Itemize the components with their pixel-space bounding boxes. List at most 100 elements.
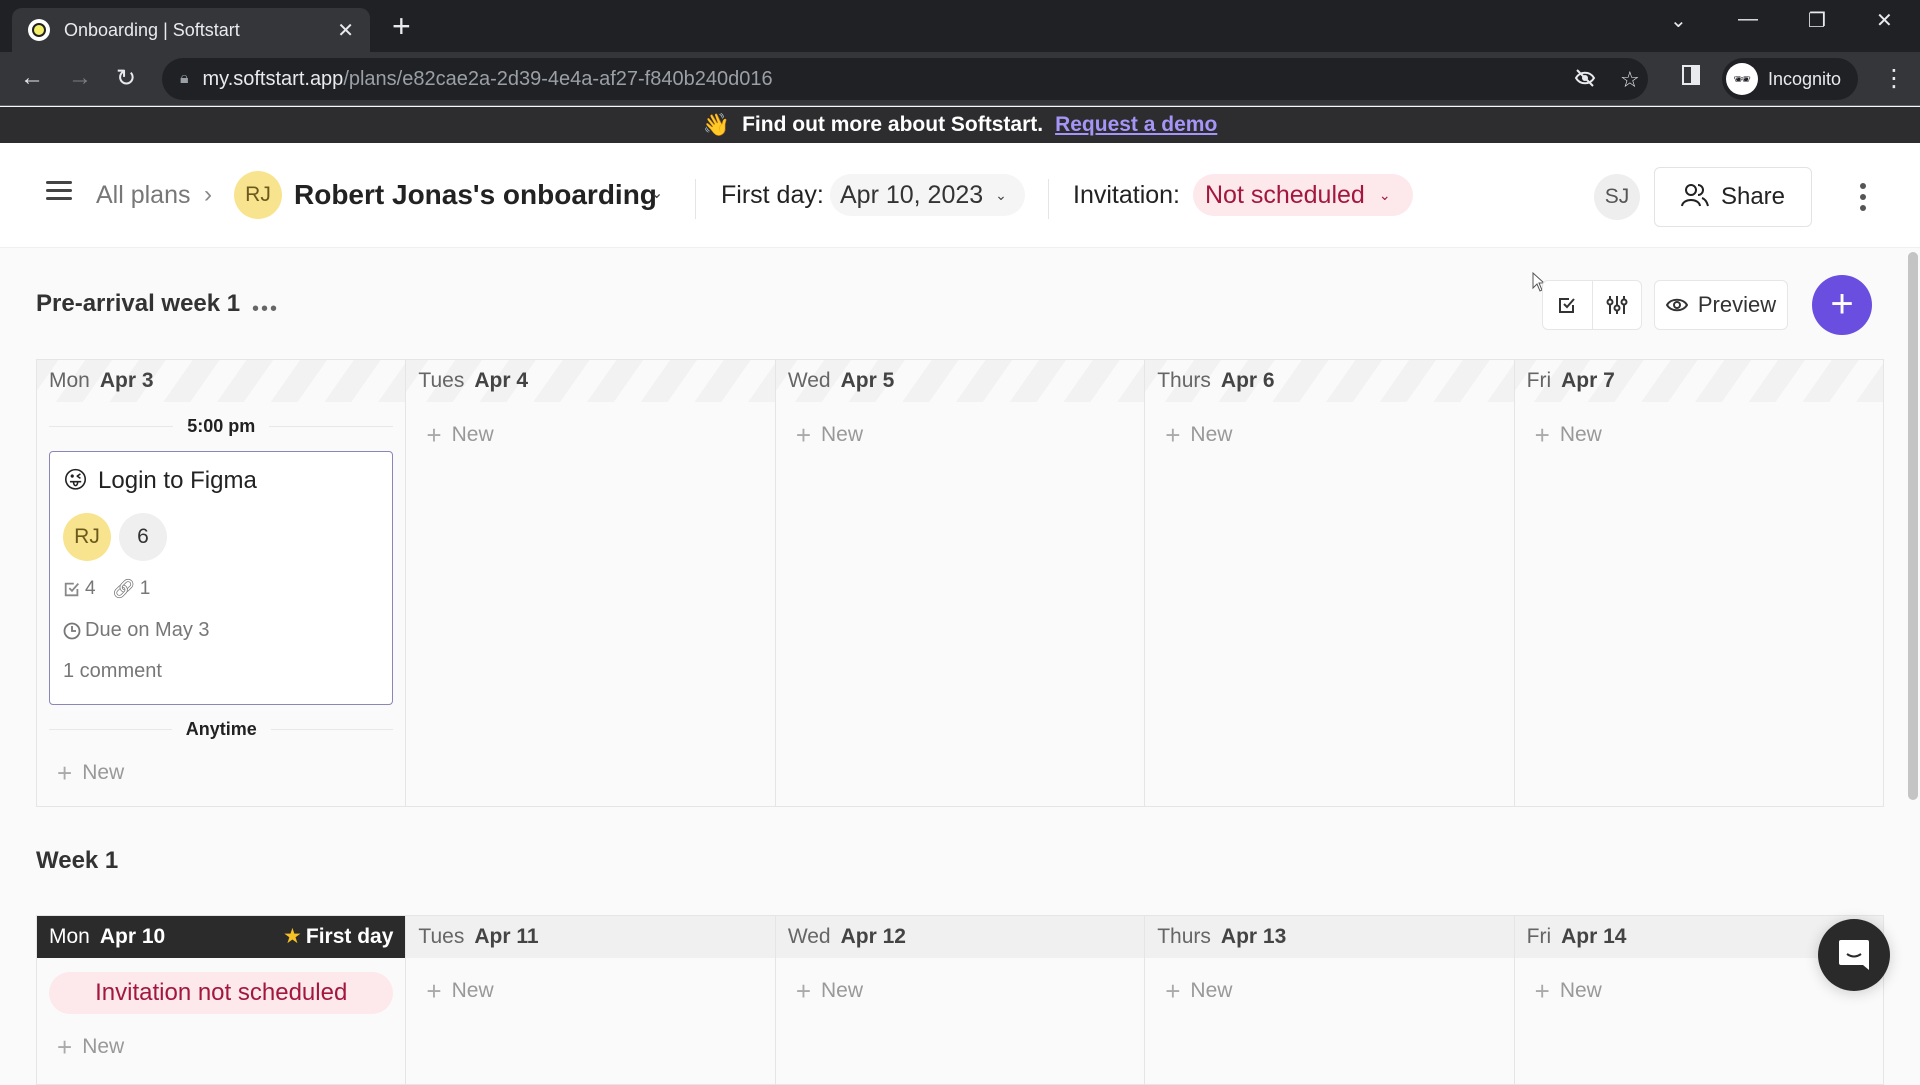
day-date: Apr 11 [474, 925, 539, 948]
plus-icon: + [1534, 975, 1550, 1006]
new-label: New [451, 423, 494, 446]
task-card[interactable]: 😜 Login to Figma RJ 6 4 🔗︎ 1 Due on May … [49, 451, 394, 705]
new-task-button[interactable]: + New [37, 758, 405, 788]
new-task-button[interactable]: + New [1515, 420, 1883, 450]
plus-icon: + [1165, 975, 1181, 1006]
add-button[interactable]: + [1812, 275, 1872, 335]
checkbox-icon [64, 582, 79, 597]
bookmark-star-icon[interactable]: ☆ [1620, 67, 1640, 93]
links-count-value: 1 [139, 578, 151, 599]
more-options-icon[interactable] [1860, 183, 1870, 216]
new-task-button[interactable]: + New [776, 976, 1144, 1006]
url-host: my.softstart.app [202, 67, 344, 90]
vertical-scrollbar[interactable] [1908, 252, 1918, 800]
day-header: Thurs Apr 13 [1145, 916, 1514, 958]
user-avatar[interactable]: SJ [1594, 174, 1640, 220]
task-due-date: Due on May 3 [63, 619, 379, 642]
plus-icon: + [426, 419, 442, 450]
first-day-picker[interactable]: Apr 10, 2023 ⌄ [830, 174, 1025, 216]
new-label: New [82, 761, 125, 784]
minimize-button[interactable]: — [1738, 8, 1758, 31]
new-task-button[interactable]: + New [776, 420, 1144, 450]
browser-menu-icon[interactable]: ⋮ [1882, 64, 1906, 93]
day-header: Tues Apr 11 [406, 916, 775, 958]
first-day-badge: ★ First day [283, 924, 393, 949]
invitation-status-dropdown[interactable]: Not scheduled ⌄ [1193, 174, 1413, 216]
banner-text: Find out more about Softstart. [742, 113, 1044, 136]
day-date: Apr 6 [1220, 369, 1275, 392]
close-tab-icon[interactable]: ✕ [337, 18, 354, 43]
links-count: 🔗︎ 1 [112, 577, 151, 601]
plus-icon: + [57, 757, 73, 788]
new-task-button[interactable]: + New [37, 1032, 405, 1062]
first-day-label: First day: [721, 181, 824, 209]
new-task-button[interactable]: + New [406, 976, 774, 1006]
chat-support-button[interactable] [1818, 919, 1890, 991]
plus-icon: + [1165, 419, 1181, 450]
invitation-not-scheduled-chip[interactable]: Invitation not scheduled [49, 972, 394, 1014]
chevron-down-icon[interactable]: ⌄ [650, 183, 663, 203]
restore-button[interactable]: ❐ [1808, 8, 1826, 33]
chat-icon [1839, 940, 1869, 970]
softstart-favicon-icon [28, 19, 50, 41]
menu-icon[interactable] [46, 181, 72, 203]
time-slot-label: 5:00 pm [187, 416, 256, 436]
checkbox-icon [1559, 298, 1576, 313]
back-button[interactable]: ← [20, 64, 44, 92]
reload-button[interactable]: ↻ [116, 64, 136, 93]
anytime-label: Anytime [185, 719, 257, 739]
new-task-button[interactable]: + New [1145, 976, 1513, 1006]
task-comments[interactable]: 1 comment [63, 660, 379, 683]
day-name: Fri [1526, 369, 1552, 392]
checklist-count: 4 [63, 578, 96, 600]
checklist-view-button[interactable] [1543, 281, 1593, 329]
day-column: Fri Apr 7 + New [1514, 360, 1884, 806]
browser-tab[interactable]: Onboarding | Softstart ✕ [12, 8, 370, 52]
day-column: Wed Apr 5 + New [775, 360, 1146, 806]
share-label: Share [1720, 183, 1786, 210]
day-name: Tues [418, 369, 465, 392]
day-name: Thurs [1157, 369, 1211, 392]
promo-banner: 👋 Find out more about Softstart. Request… [0, 107, 1920, 143]
incognito-label: Incognito [1768, 68, 1842, 89]
close-window-button[interactable]: ✕ [1876, 8, 1893, 33]
plus-icon: + [795, 419, 811, 450]
share-button[interactable]: Share [1654, 167, 1812, 227]
due-text: Due on May 3 [85, 619, 210, 641]
plan-title[interactable]: Robert Jonas's onboarding [294, 179, 657, 211]
incognito-profile-button[interactable]: 🕶︎ Incognito [1722, 58, 1858, 100]
plus-icon: + [1534, 419, 1550, 450]
extra-assignees-count: 6 [119, 513, 167, 561]
plus-icon: + [57, 1031, 73, 1062]
sliders-icon [1606, 296, 1628, 314]
forward-button[interactable]: → [68, 64, 92, 92]
day-header: Fri Apr 7 [1514, 360, 1884, 402]
section-more-icon[interactable]: ••• [252, 298, 279, 321]
day-date: Apr 3 [99, 369, 154, 392]
tracking-protection-eye-off-icon[interactable] [1574, 67, 1596, 95]
preview-button[interactable]: Preview [1654, 280, 1788, 330]
tab-title: Onboarding | Softstart [64, 19, 240, 40]
lock-icon: 🔒︎ [180, 70, 189, 87]
filters-button[interactable] [1593, 281, 1642, 329]
new-task-button[interactable]: + New [1145, 420, 1513, 450]
day-name: Tues [418, 925, 465, 948]
side-panel-icon[interactable] [1680, 64, 1702, 93]
plus-icon: + [795, 975, 811, 1006]
day-name: Wed [787, 369, 831, 392]
task-title: Login to Figma [98, 466, 257, 494]
day-column: Wed Apr 12 + New [775, 916, 1146, 1084]
tab-search-chevron-icon[interactable]: ⌄ [1670, 8, 1687, 33]
new-task-button[interactable]: + New [406, 420, 774, 450]
day-name: Wed [787, 925, 831, 948]
new-tab-button[interactable]: + [392, 10, 411, 42]
day-header-first-day: Mon Apr 10 ★ First day [37, 916, 406, 958]
day-name: Thurs [1157, 925, 1211, 948]
request-demo-link[interactable]: Request a demo [1055, 113, 1217, 137]
clock-icon [63, 622, 81, 639]
section-title: Week 1 [36, 847, 119, 874]
new-label: New [82, 1035, 125, 1058]
breadcrumb-all-plans[interactable]: All plans [96, 181, 191, 210]
day-column: Mon Apr 10 ★ First day Invitation not sch… [37, 916, 407, 1084]
address-bar[interactable]: 🔒︎ my.softstart.app /plans/e82cae2a-2d39… [162, 58, 1648, 100]
